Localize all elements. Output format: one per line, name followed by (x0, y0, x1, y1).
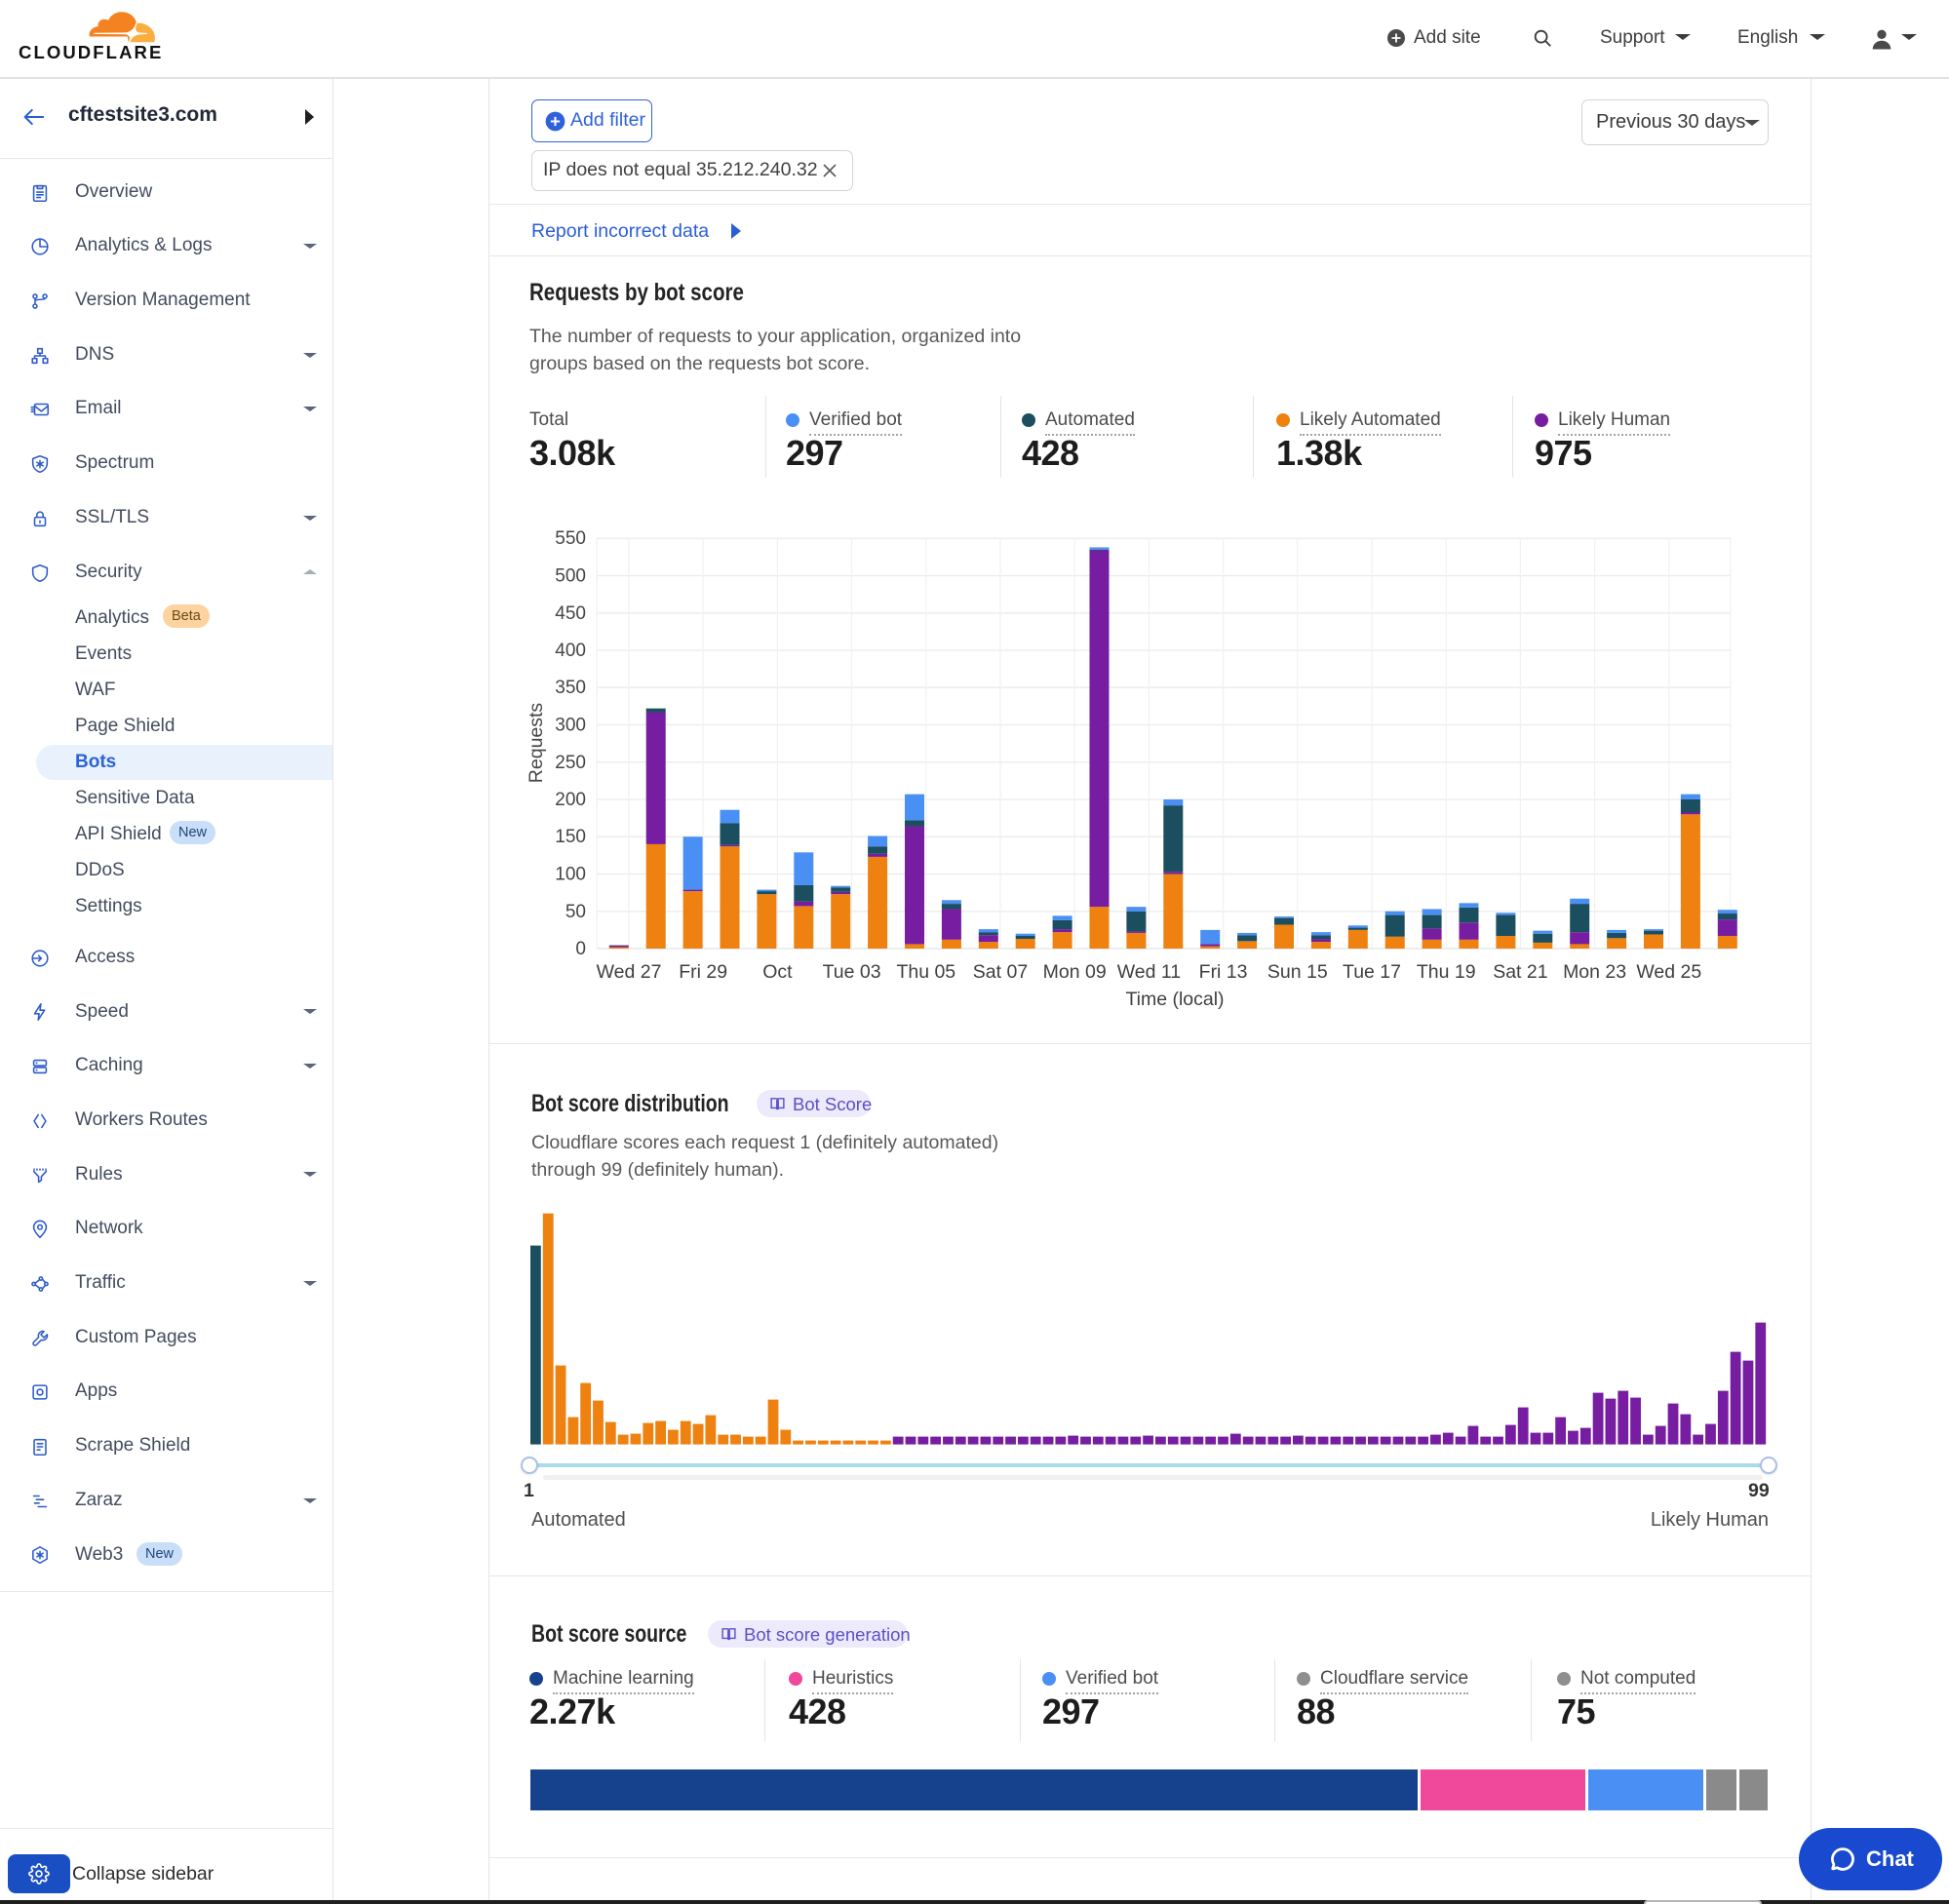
svg-text:Thu 19: Thu 19 (1417, 961, 1476, 983)
svg-text:Fri 13: Fri 13 (1199, 961, 1248, 983)
svg-text:Requests: Requests (526, 703, 547, 784)
svg-text:Wed 11: Wed 11 (1117, 961, 1181, 983)
svg-text:Tue 03: Tue 03 (823, 961, 881, 983)
svg-text:400: 400 (555, 641, 586, 661)
svg-text:550: 550 (555, 528, 586, 549)
svg-text:Oct: Oct (762, 961, 793, 983)
svg-text:Mon 23: Mon 23 (1563, 961, 1626, 983)
svg-text:200: 200 (555, 790, 586, 810)
svg-text:150: 150 (555, 827, 586, 847)
svg-text:0: 0 (575, 939, 586, 959)
svg-text:250: 250 (555, 753, 586, 773)
svg-text:100: 100 (555, 865, 586, 885)
svg-text:Time (local): Time (local) (1125, 989, 1224, 1010)
svg-text:Sun 15: Sun 15 (1267, 961, 1328, 983)
svg-text:50: 50 (565, 902, 586, 922)
svg-text:Fri 29: Fri 29 (679, 961, 727, 983)
svg-text:300: 300 (555, 716, 586, 736)
svg-text:Thu 05: Thu 05 (896, 961, 955, 983)
svg-text:Wed 27: Wed 27 (597, 961, 662, 983)
svg-text:Sat 21: Sat 21 (1493, 961, 1547, 983)
svg-text:Wed 25: Wed 25 (1636, 961, 1701, 983)
svg-text:350: 350 (555, 678, 586, 698)
svg-text:Tue 17: Tue 17 (1343, 961, 1401, 983)
svg-text:Sat 07: Sat 07 (973, 961, 1028, 983)
svg-text:450: 450 (555, 603, 586, 624)
svg-text:Mon 09: Mon 09 (1043, 961, 1107, 983)
svg-text:500: 500 (555, 566, 586, 587)
